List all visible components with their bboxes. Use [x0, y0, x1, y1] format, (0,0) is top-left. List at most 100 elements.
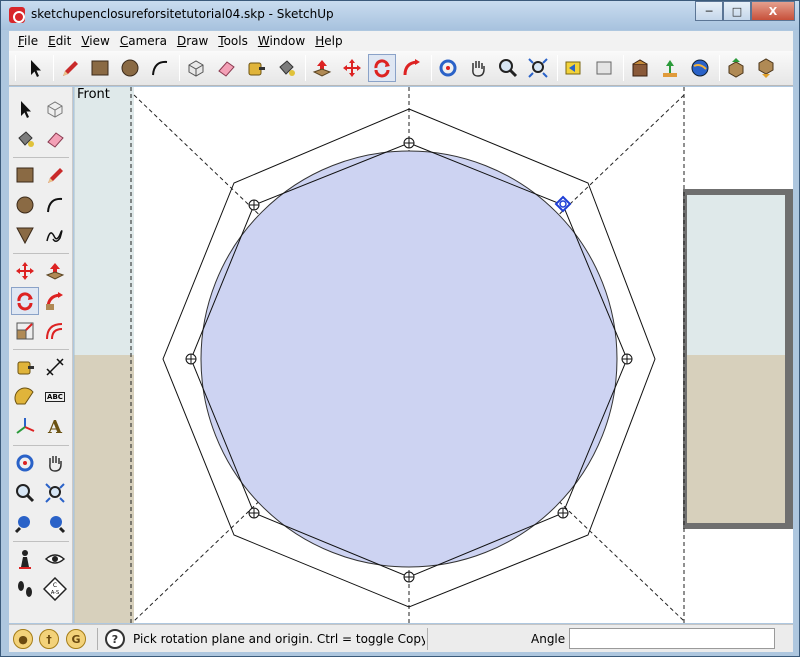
make-component-tool-button[interactable] — [182, 54, 210, 82]
next-view-tool-button[interactable] — [590, 54, 618, 82]
push-pull-icon — [45, 263, 65, 280]
component-down-tool-button[interactable] — [752, 54, 780, 82]
section-label: C — [53, 582, 57, 589]
paint-bucket-icon — [279, 60, 295, 76]
credits-icon[interactable]: † — [39, 629, 59, 649]
arc-tool-button[interactable] — [41, 191, 69, 219]
drawing-viewport[interactable]: Front — [74, 87, 793, 623]
menu-window[interactable]: Window — [253, 34, 310, 48]
minimize-button[interactable]: ─ — [695, 1, 723, 21]
paint-bucket-icon — [18, 131, 34, 147]
maximize-button[interactable]: □ — [723, 1, 751, 21]
pan-tool-button[interactable] — [41, 449, 69, 477]
menu-tools[interactable]: Tools — [213, 34, 253, 48]
wall-panel-ground — [687, 355, 785, 523]
menu-camera[interactable]: Camera — [115, 34, 172, 48]
toolbar-separator — [719, 55, 720, 81]
push-pull-icon — [312, 60, 332, 77]
toolbar-separator — [623, 55, 624, 81]
tape-measure-tool-button[interactable] — [242, 54, 270, 82]
globe-icon — [691, 59, 709, 77]
arc-tool-button[interactable] — [146, 54, 174, 82]
dimension-tool-button[interactable] — [41, 353, 69, 381]
scene-tab-label: Front — [77, 87, 110, 102]
rectangle-tool-button[interactable] — [11, 161, 39, 189]
axes-tool-button[interactable] — [11, 413, 39, 441]
paint-bucket-tool-button[interactable] — [11, 125, 39, 153]
model-canvas[interactable] — [74, 87, 793, 623]
look-around-tool-button[interactable] — [41, 545, 69, 573]
circle-tool-button[interactable] — [116, 54, 144, 82]
help-icon[interactable]: ? — [105, 629, 125, 649]
line-tool-button[interactable] — [41, 161, 69, 189]
rotate-tool-button[interactable] — [368, 54, 396, 82]
status-divider — [427, 628, 428, 650]
follow-me-tool-button[interactable] — [398, 54, 426, 82]
sign-in-icon[interactable]: G — [66, 629, 86, 649]
next-tool-button[interactable] — [41, 509, 69, 537]
circle-face[interactable] — [200, 150, 618, 568]
pan-tool-button[interactable] — [464, 54, 492, 82]
orbit-tool-button[interactable] — [434, 54, 462, 82]
previous-icon — [14, 516, 30, 534]
eraser-tool-button[interactable] — [41, 125, 69, 153]
zoom-tool-button[interactable] — [11, 479, 39, 507]
window-controls: ─ □ X — [695, 1, 795, 21]
circle-tool-button[interactable] — [11, 191, 39, 219]
menu-bar: File Edit View Camera Draw Tools Window … — [9, 31, 793, 51]
eraser-tool-button[interactable] — [212, 54, 240, 82]
3d-text-tool-button[interactable]: A — [41, 413, 69, 441]
tape-measure-tool-button[interactable] — [11, 353, 39, 381]
freehand-tool-button[interactable] — [41, 221, 69, 249]
move-icon — [343, 59, 361, 77]
follow-me-tool-button[interactable] — [41, 287, 69, 315]
arrow-cursor-icon — [31, 60, 41, 77]
zoom-window-tool-button[interactable] — [41, 479, 69, 507]
magnifier-icon — [16, 484, 35, 503]
menu-edit[interactable]: Edit — [43, 34, 76, 48]
dimension-icon — [46, 358, 64, 376]
zoom-extents-tool-button[interactable] — [524, 54, 552, 82]
sky-strip-left — [74, 87, 134, 355]
polygon-tool-button[interactable] — [11, 221, 39, 249]
position-camera-tool-button[interactable] — [11, 545, 39, 573]
share-model-tool-button[interactable] — [656, 54, 684, 82]
push-pull-tool-button[interactable] — [41, 257, 69, 285]
component-up-tool-button[interactable] — [722, 54, 750, 82]
measurements-input[interactable] — [569, 628, 775, 649]
push-pull-tool-button[interactable] — [308, 54, 336, 82]
paint-bucket-tool-button[interactable] — [272, 54, 300, 82]
close-button[interactable]: X — [751, 1, 795, 21]
make-component-tool-button[interactable] — [41, 95, 69, 123]
polygon-icon — [16, 227, 34, 245]
rectangle-tool-button[interactable] — [86, 54, 114, 82]
geo-location-icon[interactable]: ● — [13, 629, 33, 649]
move-tool-button[interactable] — [11, 257, 39, 285]
move-tool-button[interactable] — [338, 54, 366, 82]
footprints-icon — [18, 581, 32, 597]
previous-view-tool-button[interactable] — [560, 54, 588, 82]
select-tool-button[interactable] — [21, 54, 49, 82]
scale-tool-button[interactable] — [11, 317, 39, 345]
protractor-tool-button[interactable] — [11, 383, 39, 411]
menu-view[interactable]: View — [76, 34, 114, 48]
get-models-tool-button[interactable] — [626, 54, 654, 82]
rotate-tool-button[interactable] — [11, 287, 39, 315]
walk-tool-button[interactable] — [11, 575, 39, 603]
previous-tool-button[interactable] — [11, 509, 39, 537]
menu-help[interactable]: Help — [310, 34, 347, 48]
sketchup-logo-icon[interactable] — [9, 7, 25, 23]
orbit-tool-button[interactable] — [11, 449, 39, 477]
select-tool-button[interactable] — [11, 95, 39, 123]
pencil-tool-button[interactable] — [56, 54, 84, 82]
text-tool-button[interactable]: ABC — [41, 383, 69, 411]
toolbar-separator — [557, 55, 558, 81]
menu-file[interactable]: File — [13, 34, 43, 48]
offset-tool-button[interactable] — [41, 317, 69, 345]
section-plane-tool-button[interactable]: C A-S — [41, 575, 69, 603]
main-toolbar — [9, 51, 793, 86]
google-earth-tool-button[interactable] — [686, 54, 714, 82]
toolbar-grip[interactable] — [15, 55, 16, 81]
menu-draw[interactable]: Draw — [172, 34, 213, 48]
zoom-tool-button[interactable] — [494, 54, 522, 82]
